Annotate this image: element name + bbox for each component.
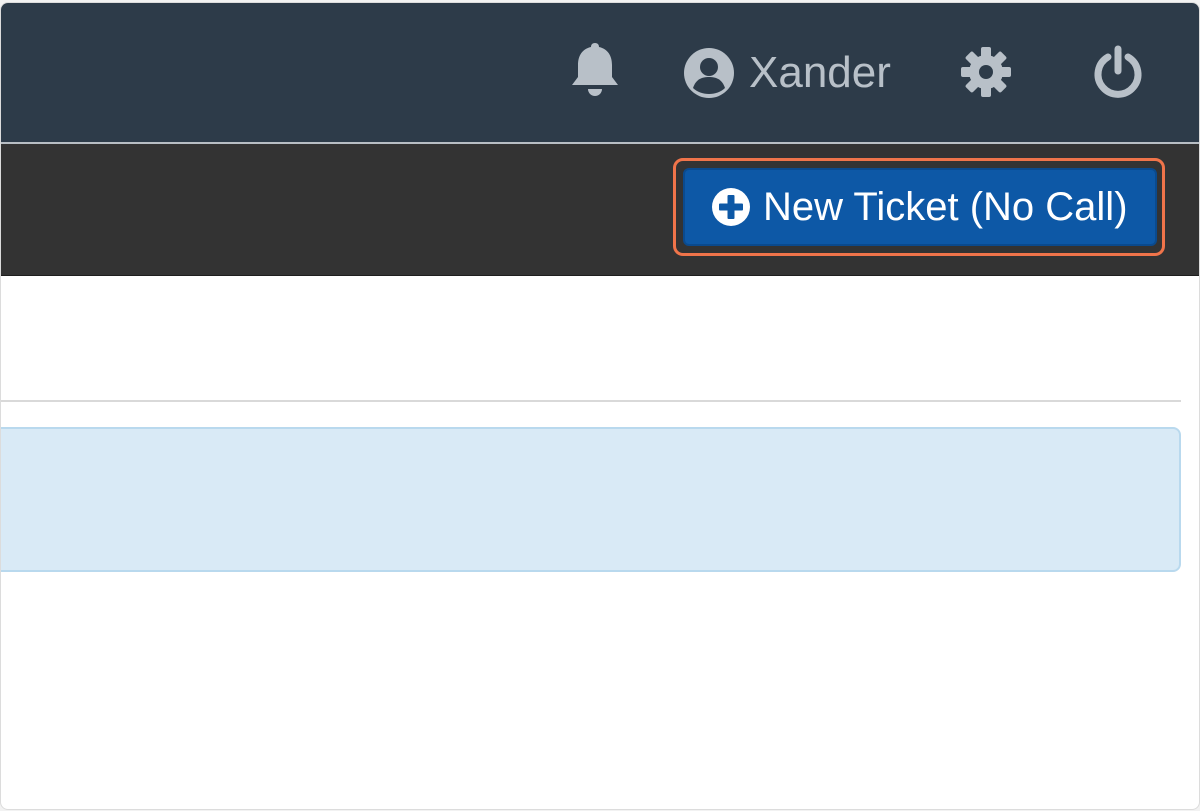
user-icon[interactable] bbox=[683, 47, 735, 99]
new-ticket-label: New Ticket (No Call) bbox=[763, 185, 1128, 229]
gear-icon[interactable] bbox=[959, 45, 1013, 99]
new-ticket-button[interactable]: New Ticket (No Call) bbox=[683, 168, 1157, 246]
user-name[interactable]: Xander bbox=[749, 47, 891, 99]
info-alert-box bbox=[1, 427, 1181, 572]
content-divider bbox=[1, 400, 1181, 402]
top-navbar: Xander bbox=[1, 3, 1199, 144]
action-bar: New Ticket (No Call) bbox=[1, 144, 1199, 276]
plus-circle-icon bbox=[712, 188, 750, 226]
app-window: Xander New Ticket (No Call) bbox=[0, 2, 1200, 810]
power-icon[interactable] bbox=[1091, 45, 1145, 99]
bell-icon[interactable] bbox=[569, 41, 621, 99]
